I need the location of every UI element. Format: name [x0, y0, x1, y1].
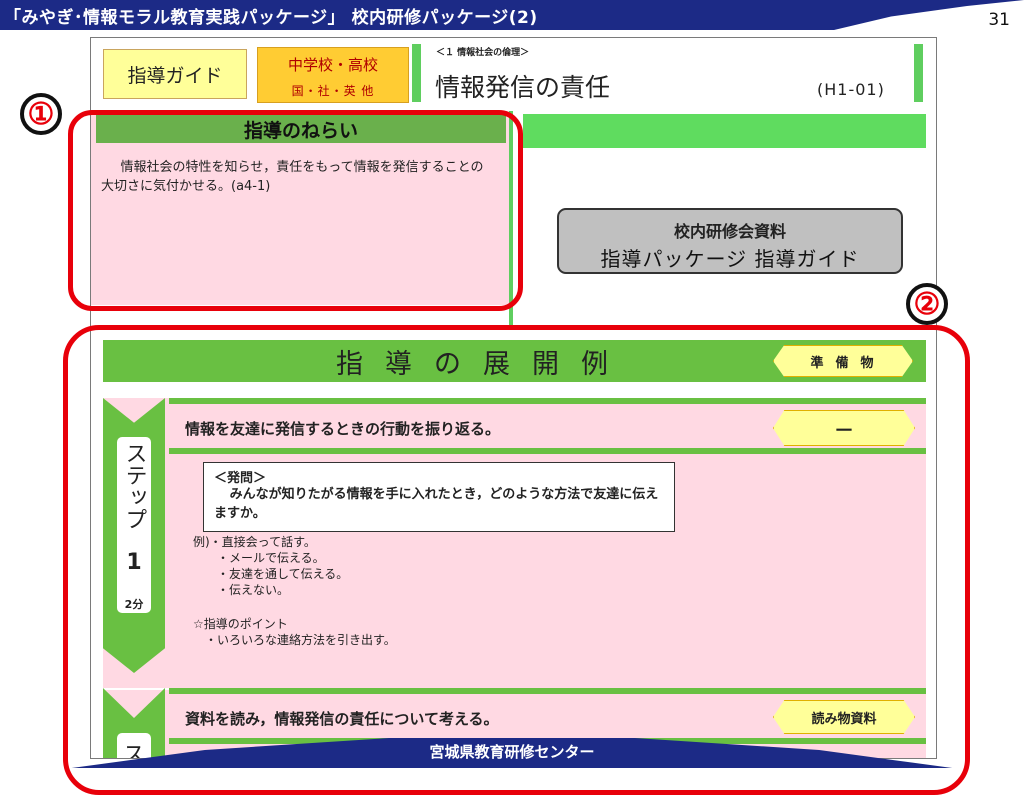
aim-heading: 指導のねらい	[96, 115, 506, 143]
example-item: 例)・直接会って話す。	[193, 535, 316, 549]
example-item: ・友達を通して伝える。	[193, 567, 349, 581]
subject-list: 国・社・英 他	[291, 84, 375, 98]
step2-material-tag: 読み物資料	[773, 700, 915, 734]
question-label: ＜発問＞	[214, 471, 267, 486]
callout-badge-1: ①	[20, 93, 62, 135]
resource-line-2: 指導パッケージ 指導ガイド	[600, 247, 860, 271]
aim-text: 情報社会の特性を知らせ，責任をもって情報を発信することの大切さに気付かせる。(a…	[101, 160, 484, 194]
step1-heading: 情報を友達に発信するときの行動を振り返る。	[185, 420, 501, 438]
step1-top-line	[169, 398, 926, 404]
right-header-bar	[523, 114, 926, 148]
example-item: ・メールで伝える。	[193, 551, 325, 565]
prep-tag: 準備物	[773, 345, 913, 377]
step1-number: 1	[126, 550, 142, 575]
step1-material-tag: －	[773, 410, 915, 446]
example-item: ・伝えない。	[193, 583, 290, 597]
point-label: ☆指導のポイント	[193, 617, 288, 631]
point-text: ・いろいろな連絡方法を引き出す。	[193, 633, 396, 647]
question-text: みんなが知りたがる情報を手に入れたとき，どのような方法で友達に伝えますか。	[214, 487, 659, 521]
teaching-points: ☆指導のポイント ・いろいろな連絡方法を引き出す。	[193, 616, 396, 648]
step2-heading: 資料を読み，情報発信の責任について考える。	[185, 710, 499, 728]
example-list: 例)・直接会って話す。 ・メールで伝える。 ・友達を通して伝える。 ・伝えない。	[193, 534, 348, 598]
step1-minutes: 2分	[124, 598, 144, 611]
unit-code: (H1-01)	[817, 80, 885, 99]
callout-badge-2: ②	[906, 283, 948, 325]
slide-page-number: 31	[988, 10, 1010, 30]
step2-top-line	[169, 688, 926, 694]
header-accent-right	[914, 44, 923, 102]
guide-label-box: 指導ガイド	[103, 49, 247, 99]
slide-title: 「みやぎ･情報モラル教育実践パッケージ」 校内研修パッケージ(2)	[4, 8, 538, 28]
unit-label: ＜１ 情報社会の倫理＞	[436, 48, 530, 58]
question-box: ＜発問＞ みんなが知りたがる情報を手に入れたとき，どのような方法で友達に伝えます…	[203, 462, 675, 532]
header-accent-left	[412, 44, 421, 102]
step1-label-text: ステップ	[121, 442, 147, 530]
step1-heading-line	[169, 448, 926, 454]
development-title: 指導の展開例	[336, 348, 630, 380]
school-level-box: 中学校・高校 国・社・英 他	[257, 47, 409, 103]
footer-text: 宮城県教育研修センター	[429, 743, 595, 761]
school-level: 中学校・高校	[287, 56, 378, 74]
resource-label-box: 校内研修会資料 指導パッケージ 指導ガイド	[557, 208, 903, 274]
guide-document: 指導ガイド 中学校・高校 国・社・英 他 ＜１ 情報社会の倫理＞ 情報発信の責任…	[90, 37, 937, 759]
step1-label: ステップ	[117, 437, 151, 613]
unit-title: 情報発信の責任	[435, 73, 611, 102]
vertical-divider	[509, 111, 513, 325]
resource-line-1: 校内研修会資料	[673, 222, 786, 241]
